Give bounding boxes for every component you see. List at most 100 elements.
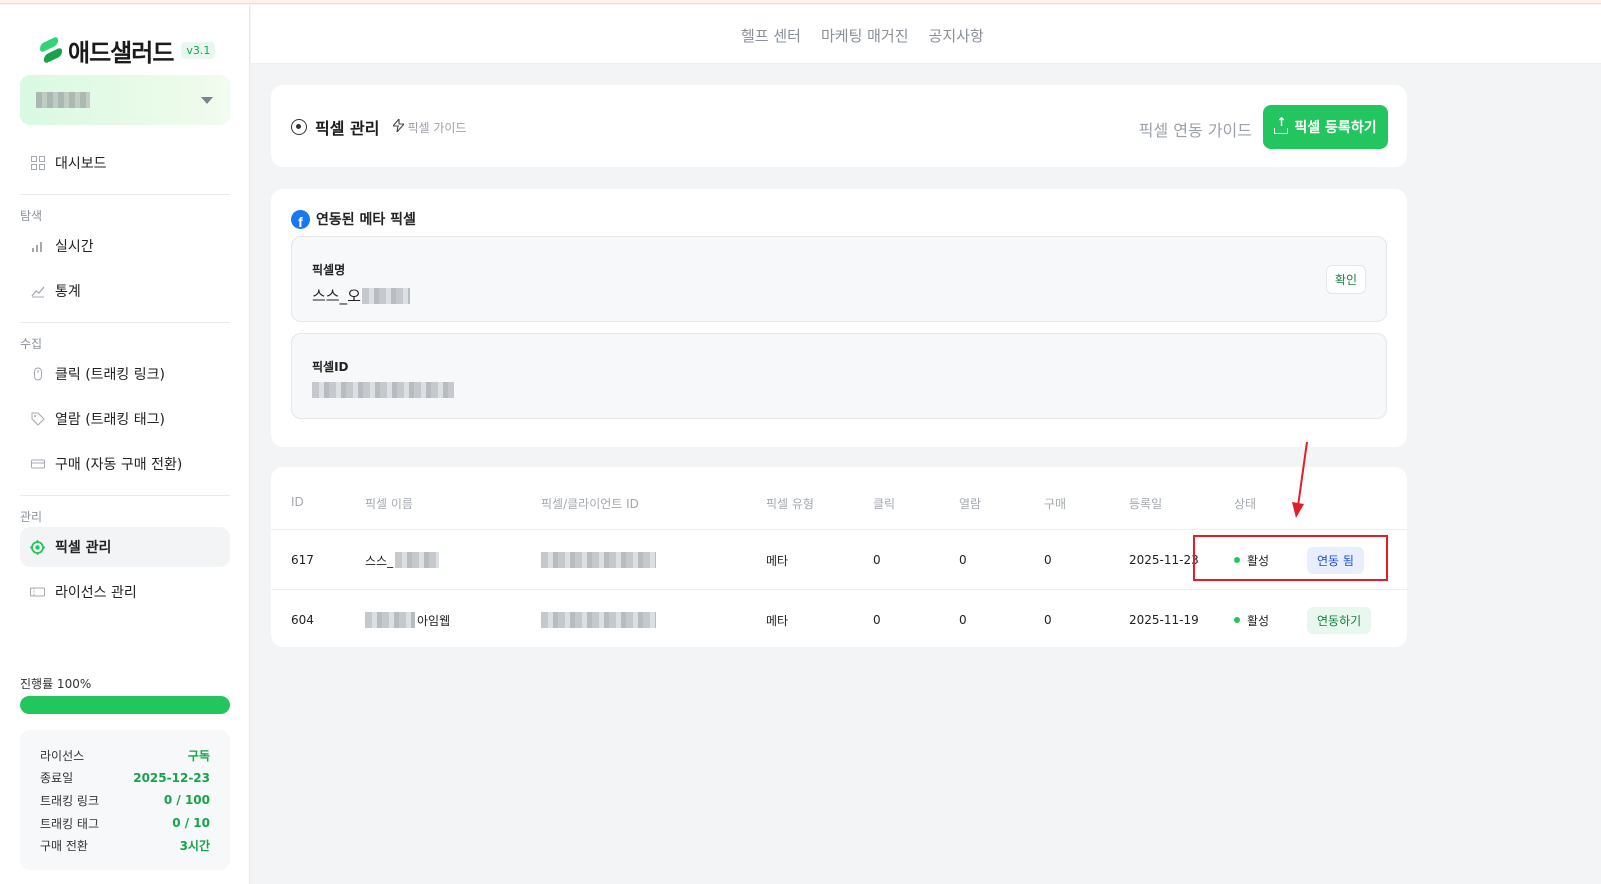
ticket-icon	[30, 585, 45, 600]
column-header-purchase: 구매	[1044, 497, 1067, 511]
sidebar-item-label: 통계	[55, 284, 81, 300]
cell-view: 0	[959, 613, 967, 627]
logo-icon	[40, 35, 62, 64]
sidebar-item-dashboard[interactable]: 대시보드	[20, 143, 230, 183]
status-text: 활성	[1247, 613, 1270, 628]
link-button[interactable]: 연동하기	[1307, 606, 1372, 634]
section-label: 관리	[20, 510, 43, 524]
cell-name: 스스_	[365, 530, 440, 590]
pixel-guide-link[interactable]: 픽셀 가이드	[392, 117, 467, 136]
card-icon	[30, 457, 45, 472]
column-header-type: 픽셀 유형	[766, 497, 814, 511]
red-arrow-annotation	[1292, 441, 1308, 518]
progress-bar	[20, 696, 230, 714]
column-header-status: 상태	[1234, 497, 1257, 511]
redacted-text	[361, 287, 410, 304]
cell-date: 2025-11-19	[1129, 613, 1199, 627]
account-selector[interactable]	[20, 75, 230, 125]
column-header-name: 픽셀 이름	[365, 497, 413, 511]
register-pixel-button[interactable]: 픽셀 등록하기	[1263, 105, 1388, 149]
license-value: 0 / 100	[163, 793, 210, 808]
sidebar-item-pixel[interactable]: 픽셀 관리	[20, 527, 230, 567]
sidebar: 애드샐러드 v3.1 대시보드 탐색 실시간 통계 수집 클릭 (트래킹 링크)	[0, 5, 250, 884]
bolt-icon	[392, 117, 406, 136]
column-header-client-id: 픽셀/클라이언트 ID	[541, 497, 639, 511]
license-key: 구매 전환	[40, 839, 88, 854]
column-header-click: 클릭	[873, 497, 896, 511]
pixel-name-field: 픽셀명 스스_오 확인	[291, 236, 1387, 322]
sidebar-item-click[interactable]: 클릭 (트래킹 링크)	[20, 354, 230, 394]
cell-purchase: 0	[1044, 613, 1052, 627]
meta-pixel-heading: f 연동된 메타 픽셀	[291, 209, 416, 229]
cell-purchase: 0	[1044, 553, 1052, 567]
cell-date: 2025-11-23	[1129, 553, 1199, 567]
cell-type: 메타	[766, 613, 789, 628]
license-value: 0 / 10	[172, 816, 210, 831]
license-row: 트래킹 링크 0 / 100	[40, 789, 210, 812]
page-title-row: 픽셀 관리 픽셀 가이드	[291, 115, 466, 139]
license-key: 라이선스	[40, 748, 85, 763]
pixel-id-field: 픽셀ID	[291, 333, 1387, 419]
cell-status: 활성	[1234, 590, 1269, 650]
redacted-text	[365, 612, 415, 628]
pixel-name-value-wrap: 스스_오	[312, 285, 410, 306]
cell-click: 0	[873, 613, 881, 627]
sidebar-item-label: 열람 (트래킹 태그)	[55, 412, 165, 428]
pixel-name-text: 아임웹	[417, 613, 451, 628]
column-header-view: 열람	[959, 497, 982, 511]
mouse-icon	[30, 367, 45, 382]
cell-action: 연동하기	[1307, 590, 1372, 650]
grid-icon	[30, 156, 45, 171]
linked-meta-pixel-card: f 연동된 메타 픽셀 픽셀명 스스_오 확인 픽셀ID	[271, 189, 1407, 447]
sidebar-item-realtime[interactable]: 실시간	[20, 226, 230, 266]
pixel-target-icon	[30, 539, 45, 555]
sidebar-item-label: 클릭 (트래킹 링크)	[55, 367, 165, 383]
divider	[20, 495, 230, 496]
sidebar-item-stats[interactable]: 통계	[20, 271, 230, 311]
bar-chart-icon	[30, 239, 45, 254]
facebook-icon: f	[291, 209, 310, 229]
license-row: 라이선스 구독	[40, 744, 210, 767]
sidebar-item-label: 픽셀 관리	[55, 540, 112, 556]
logo[interactable]: 애드샐러드 v3.1	[40, 33, 216, 68]
cell-view: 0	[959, 553, 967, 567]
target-icon	[291, 119, 307, 135]
pixel-id-label: 픽셀ID	[312, 360, 349, 374]
license-row: 트래킹 태그 0 / 10	[40, 812, 210, 835]
divider	[20, 322, 230, 323]
pixel-name-label: 픽셀명	[312, 263, 346, 277]
license-row: 종료일 2025-12-23	[40, 767, 210, 790]
sidebar-item-license[interactable]: 라이선스 관리	[20, 572, 230, 612]
header-link-magazine[interactable]: 마케팅 매거진	[821, 25, 909, 46]
page-title-card: 픽셀 관리 픽셀 가이드 픽셀 연동 가이드 픽셀 등록하기	[271, 85, 1407, 167]
pixel-id-value	[312, 382, 454, 398]
redacted-pixel-id	[312, 382, 454, 398]
section-label: 수집	[20, 337, 43, 351]
upload-icon	[1274, 115, 1289, 134]
pixel-name-text: 스스_	[365, 553, 394, 568]
progress-label: 진행률 100%	[20, 677, 92, 691]
license-key: 종료일	[40, 771, 74, 786]
tag-icon	[30, 412, 45, 427]
cell-name: 아임웹	[365, 590, 450, 650]
redacted-client-id	[541, 552, 656, 568]
redacted-client-id	[541, 612, 656, 628]
version-badge: v3.1	[181, 42, 216, 59]
sidebar-item-view[interactable]: 열람 (트래킹 태그)	[20, 399, 230, 439]
sidebar-item-label: 대시보드	[55, 156, 107, 172]
chevron-down-icon	[201, 97, 213, 104]
page-title: 픽셀 관리	[315, 119, 380, 138]
cell-type: 메타	[766, 553, 789, 568]
table-row[interactable]: 604 아임웹 메타 0 0 0 2025-11-19 활성 연동하기	[271, 589, 1407, 649]
confirm-button[interactable]: 확인	[1325, 265, 1366, 294]
header-link-help[interactable]: 헬프 센터	[741, 25, 801, 46]
sidebar-item-purchase[interactable]: 구매 (자동 구매 전환)	[20, 444, 230, 484]
pixel-guide-label: 픽셀 가이드	[407, 120, 467, 135]
header-link-notice[interactable]: 공지사항	[929, 25, 984, 46]
header-nav: 헬프 센터 마케팅 매거진 공지사항	[741, 25, 984, 46]
license-key: 트래킹 링크	[40, 793, 100, 808]
progress-fill	[20, 696, 230, 714]
sidebar-item-label: 라이선스 관리	[55, 585, 137, 601]
section-label: 탐색	[20, 209, 43, 223]
pixel-integration-guide-link[interactable]: 픽셀 연동 가이드	[1139, 117, 1252, 141]
